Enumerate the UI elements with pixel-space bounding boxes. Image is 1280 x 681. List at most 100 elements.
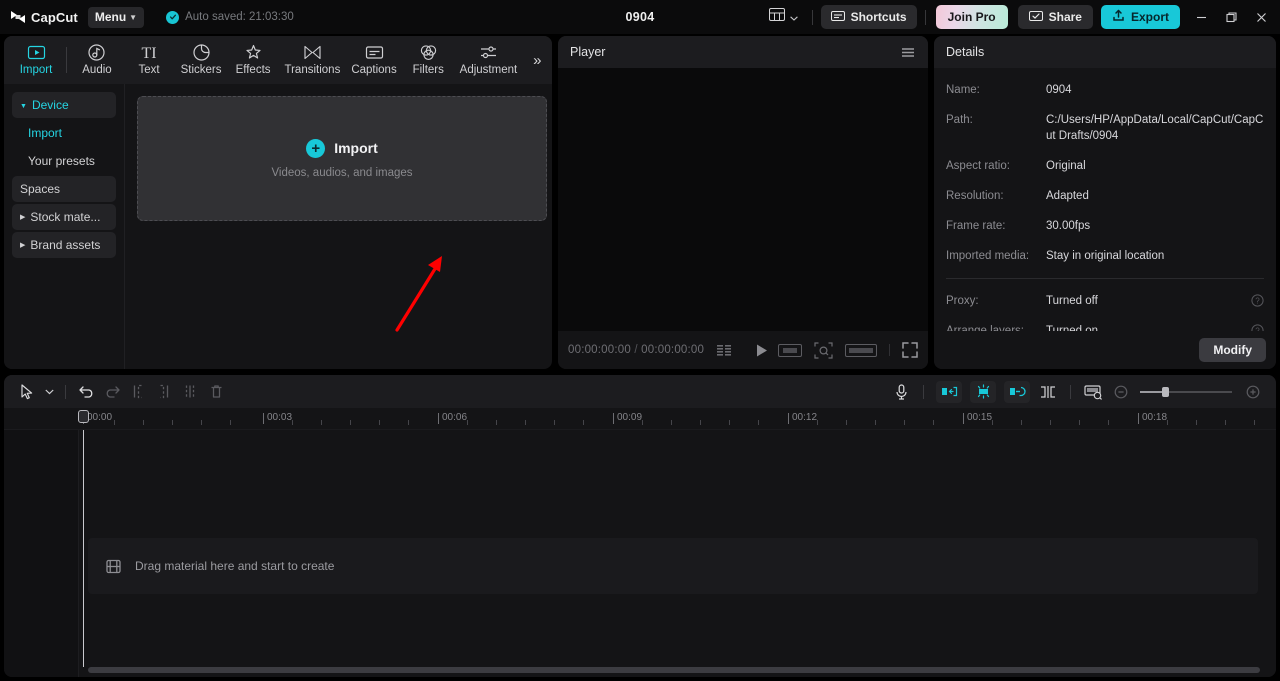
details-title: Details <box>946 45 985 59</box>
timeline-horizontal-scrollbar[interactable] <box>88 667 1260 673</box>
more-tabs-button[interactable]: » <box>523 37 552 83</box>
redo-icon[interactable] <box>99 380 125 404</box>
fullscreen-icon[interactable] <box>902 342 918 358</box>
microphone-icon[interactable] <box>888 380 914 404</box>
playhead-line <box>83 430 84 667</box>
select-tool-icon[interactable] <box>14 380 40 404</box>
timeline-toolbar-right <box>888 380 1266 404</box>
split-right-icon[interactable] <box>151 380 177 404</box>
select-tool-dropdown[interactable] <box>40 380 58 404</box>
tab-effects-label: Effects <box>235 64 271 76</box>
timeline-zoom-slider[interactable] <box>1140 386 1232 397</box>
details-label-resolution: Resolution: <box>946 190 1004 202</box>
tab-transitions-label: Transitions <box>284 64 341 76</box>
project-title[interactable]: 0904 <box>625 10 654 24</box>
split-left-icon[interactable] <box>125 380 151 404</box>
maximize-button[interactable] <box>1216 2 1246 32</box>
stickers-icon <box>192 43 211 62</box>
playhead-handle[interactable] <box>78 410 89 423</box>
autosave-text: Auto saved: 21:03:30 <box>185 11 294 23</box>
details-value-proxy: Turned off <box>1046 295 1098 307</box>
zoom-slider-knob[interactable] <box>1162 386 1169 397</box>
tab-effects[interactable]: Effects <box>227 37 279 83</box>
import-dropzone[interactable]: + Import Videos, audios, and images <box>137 96 547 221</box>
sidebar-item-import[interactable]: Import <box>12 120 116 146</box>
media-sidebar: ▼ Device Import Your presets Spaces ▶ St <box>4 84 125 369</box>
sidebar-item-your-presets[interactable]: Your presets <box>12 148 116 174</box>
quality-icon[interactable] <box>716 343 732 357</box>
details-row-aspect-ratio: Aspect ratio: Original <box>946 158 1264 174</box>
tab-audio[interactable]: Audio <box>71 37 123 83</box>
sidebar-item-spaces[interactable]: Spaces <box>12 176 116 202</box>
player-controls: 00:00:00:00 / 00:00:00:00 <box>558 331 928 369</box>
transitions-icon <box>303 43 322 62</box>
divider <box>924 9 926 25</box>
share-button[interactable]: Share <box>1017 5 1093 29</box>
ruler-label: 00:06 <box>442 412 468 423</box>
title-bar-left: CapCut Menu ▼ Auto saved: 21:03:30 <box>10 6 294 28</box>
help-icon[interactable]: ? <box>1251 294 1264 307</box>
timeline-ruler[interactable]: 00:00 00:03 00:06 00:09 00:12 00:15 00:1… <box>4 408 1276 430</box>
details-row-proxy: Proxy: Turned off ? <box>946 293 1264 309</box>
shortcuts-button[interactable]: Shortcuts <box>820 5 917 29</box>
timeline-panel: 00:00 00:03 00:06 00:09 00:12 00:15 00:1… <box>4 375 1276 677</box>
zoom-fit-icon[interactable] <box>814 341 833 359</box>
ruler-label: 00:09 <box>617 412 643 423</box>
delete-icon[interactable] <box>203 380 229 404</box>
shortcuts-label: Shortcuts <box>850 10 907 24</box>
link-icon[interactable] <box>1004 380 1030 403</box>
split-icon[interactable] <box>177 380 203 404</box>
resolution-icon[interactable] <box>845 343 877 358</box>
tab-stickers[interactable]: Stickers <box>175 37 227 83</box>
filters-icon <box>419 43 438 62</box>
player-header: Player <box>558 36 928 68</box>
divider <box>811 9 813 25</box>
auto-cutout-icon[interactable] <box>936 380 962 403</box>
hamburger-icon[interactable] <box>900 46 916 59</box>
details-label-imported-media: Imported media: <box>946 250 1030 262</box>
undo-icon[interactable] <box>73 380 99 404</box>
import-dropzone-main: + Import <box>306 138 378 158</box>
media-placeholder-icon <box>106 559 121 574</box>
tab-import[interactable]: Import <box>10 37 62 83</box>
check-circle-icon <box>166 10 180 24</box>
divider <box>923 384 924 399</box>
tab-adjustment[interactable]: Adjustment <box>454 37 522 83</box>
export-button[interactable]: Export <box>1100 5 1180 29</box>
tab-text[interactable]: TI Text <box>123 37 175 83</box>
sidebar-item-brand-assets[interactable]: ▶ Brand assets <box>12 232 116 258</box>
tab-transitions[interactable]: Transitions <box>279 37 346 83</box>
crop-preview-icon[interactable] <box>1080 380 1106 404</box>
close-button[interactable] <box>1246 2 1276 32</box>
details-header: Details <box>934 36 1276 68</box>
tab-filters[interactable]: Filters <box>402 37 454 83</box>
import-dropzone-subtitle: Videos, audios, and images <box>271 166 413 179</box>
divider <box>78 430 79 677</box>
zoom-slider-fill <box>1140 390 1162 393</box>
menu-button[interactable]: Menu ▼ <box>87 6 145 28</box>
export-label: Export <box>1130 10 1169 24</box>
zoom-in-icon[interactable] <box>1240 380 1266 404</box>
chevron-down-icon: ▼ <box>20 102 27 110</box>
timeline-toolbar <box>4 375 1276 408</box>
player-canvas[interactable] <box>558 68 928 331</box>
tab-stickers-label: Stickers <box>180 64 222 76</box>
capcut-logo-text: CapCut <box>31 9 78 25</box>
join-pro-button[interactable]: Join Pro <box>935 5 1008 29</box>
layout-switch-button[interactable] <box>763 5 804 29</box>
auto-beat-icon[interactable] <box>970 380 996 403</box>
modify-button[interactable]: Modify <box>1199 338 1266 362</box>
sidebar-item-stock-materials[interactable]: ▶ Stock mate... <box>12 204 116 230</box>
zoom-out-icon[interactable] <box>1108 380 1134 404</box>
sidebar-item-device[interactable]: ▼ Device <box>12 92 116 118</box>
empty-track-dropzone[interactable]: Drag material here and start to create <box>88 538 1258 594</box>
mirror-icon[interactable] <box>1035 380 1061 404</box>
aspect-ratio-icon[interactable] <box>778 343 802 358</box>
play-button[interactable] <box>754 343 769 358</box>
details-row-frame-rate: Frame rate: 30.00fps <box>946 218 1264 234</box>
sidebar-item-brand-assets-label: Brand assets <box>30 238 101 252</box>
minimize-button[interactable] <box>1186 2 1216 32</box>
timeline-tracks[interactable]: Drag material here and start to create <box>4 430 1276 677</box>
tab-captions[interactable]: Captions <box>346 37 402 83</box>
zoom-slider-track[interactable] <box>1140 386 1232 397</box>
